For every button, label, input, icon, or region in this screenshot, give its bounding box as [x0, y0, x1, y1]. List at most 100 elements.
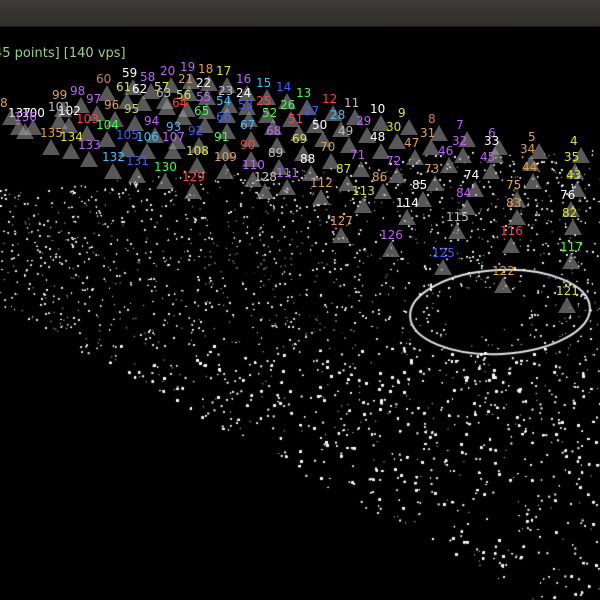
viewpoint-label[interactable]: 15 — [256, 77, 271, 89]
viewpoint-label[interactable]: 26 — [280, 99, 295, 111]
viewpoint-label[interactable]: 10 — [370, 103, 385, 115]
viewpoint-label[interactable]: 116 — [500, 225, 523, 237]
viewpoint-camera-icon — [524, 173, 542, 189]
viewpoint-label[interactable]: 127 — [330, 215, 353, 227]
viewpoint-label[interactable]: 101 — [48, 101, 71, 113]
viewpoint-label[interactable]: 69 — [292, 133, 307, 145]
viewpoint-label[interactable]: 63 — [156, 87, 171, 99]
viewpoint-label[interactable]: 18 — [198, 63, 213, 75]
viewpoint-label[interactable]: 88 — [300, 153, 315, 165]
viewpoint-label[interactable]: 44 — [522, 161, 537, 173]
viewpoint-label[interactable]: 17 — [216, 65, 231, 77]
viewpoint-label[interactable]: 34 — [520, 143, 535, 155]
viewpoint-label[interactable]: 70 — [320, 141, 335, 153]
viewpoint-label[interactable]: 89 — [268, 147, 283, 159]
viewpoint-label[interactable]: 32 — [452, 135, 467, 147]
viewpoint-label[interactable]: 114 — [396, 197, 419, 209]
viewpoint-label[interactable]: 62 — [132, 83, 147, 95]
viewpoint-label[interactable]: 47 — [404, 137, 419, 149]
viewpoint-label[interactable]: 59 — [122, 67, 137, 79]
viewpoint-label[interactable]: 65 — [194, 105, 209, 117]
viewpoint-label[interactable]: 132 — [102, 151, 125, 163]
viewpoint-camera-icon — [278, 179, 296, 195]
viewpoint-label[interactable]: 16 — [236, 73, 251, 85]
viewpoint-label[interactable]: 108 — [186, 145, 209, 157]
viewpoint-label[interactable]: 106 — [136, 131, 159, 143]
viewpoint-label[interactable]: 68 — [266, 125, 281, 137]
viewpoint-label[interactable]: 129 — [182, 171, 205, 183]
viewpoint-label[interactable]: 71 — [350, 149, 365, 161]
viewpoint-label[interactable]: 9 — [398, 107, 406, 119]
viewpoint-label[interactable]: 8 — [428, 113, 436, 125]
viewpoint-label[interactable]: 12 — [322, 93, 337, 105]
viewpoint-label[interactable]: 29 — [356, 115, 371, 127]
viewpoint-label[interactable]: 82 — [562, 207, 577, 219]
viewpoint-label[interactable]: 130 — [154, 161, 177, 173]
viewpoint-label[interactable]: 28 — [330, 109, 345, 121]
viewpoint-label[interactable]: 7 — [456, 119, 464, 131]
viewpoint-label[interactable]: 45 — [480, 151, 495, 163]
viewpoint-label[interactable]: 112 — [310, 177, 333, 189]
viewpoint-label[interactable]: 125 — [432, 247, 455, 259]
viewpoint-label[interactable]: 92 — [188, 125, 203, 137]
viewpoint-label[interactable]: 46 — [438, 145, 453, 157]
viewpoint-label[interactable]: 117 — [560, 241, 583, 253]
viewpoint-label[interactable]: 48 — [370, 131, 385, 143]
viewpoint-label[interactable]: 52 — [262, 107, 277, 119]
viewpoint-label[interactable]: 33 — [484, 135, 499, 147]
viewpoint-label[interactable]: 61 — [116, 81, 131, 93]
viewpoint-label[interactable]: 66 — [216, 111, 231, 123]
viewpoint-label[interactable]: 83 — [506, 197, 521, 209]
viewpoint-label[interactable]: 91 — [214, 131, 229, 143]
viewpoint-label[interactable]: 11 — [344, 97, 359, 109]
viewpoint-label[interactable]: 13 — [296, 87, 311, 99]
viewpoint-label[interactable]: 55 — [196, 91, 211, 103]
viewpoint-camera-icon — [156, 173, 174, 189]
viewpoint-label[interactable]: 21 — [178, 73, 193, 85]
viewpoint-label[interactable]: 84 — [456, 187, 471, 199]
viewpoint-label[interactable]: 49 — [338, 125, 353, 137]
viewpoint-label[interactable]: 121 — [556, 285, 579, 297]
viewpoint-label[interactable]: 126 — [380, 229, 403, 241]
viewpoint-label[interactable]: 50 — [312, 119, 327, 131]
viewpoint-label[interactable]: 115 — [446, 211, 469, 223]
viewpoint-label[interactable]: 131 — [126, 155, 149, 167]
viewpoint-label[interactable]: 85 — [412, 179, 427, 191]
viewpoint-label[interactable]: 128 — [254, 171, 277, 183]
viewpoint-label[interactable]: 4 — [570, 135, 578, 147]
viewpoint-label[interactable]: 133 — [78, 139, 101, 151]
viewpoint-label[interactable]: 27 — [304, 105, 319, 117]
viewpoint-label[interactable]: 111 — [276, 167, 299, 179]
viewpoint-label[interactable]: 67 — [240, 119, 255, 131]
viewpoint-label[interactable]: 60 — [96, 73, 111, 85]
viewpoint-label[interactable]: 14 — [276, 81, 291, 93]
viewpoint-label[interactable]: 51 — [288, 113, 303, 125]
point-cloud-viewport[interactable]: 137 100 99 98 97 60 59 58 20 19 18 17 16 15 14 13 12 11 10… — [0, 27, 600, 600]
viewpoint-label[interactable]: 94 — [144, 115, 159, 127]
viewpoint-label[interactable]: 43 — [566, 169, 581, 181]
viewpoint-label[interactable]: 72 — [386, 155, 401, 167]
viewpoint-label[interactable]: 122 — [492, 265, 515, 277]
viewpoint-label[interactable]: 76 — [560, 189, 575, 201]
viewpoint-label[interactable]: 109 — [214, 151, 237, 163]
viewpoint-label[interactable]: 73 — [424, 163, 439, 175]
viewpoint-label[interactable]: 86 — [372, 171, 387, 183]
viewpoint-label[interactable]: 31 — [420, 127, 435, 139]
viewpoint-label[interactable]: 30 — [386, 121, 401, 133]
viewpoint-label[interactable]: 54 — [216, 95, 231, 107]
viewpoint-label[interactable]: 96 — [104, 99, 119, 111]
viewpoint-label[interactable]: 90 — [240, 139, 255, 151]
viewpoint-label[interactable]: 113 — [352, 185, 375, 197]
viewpoint-label[interactable]: 75 — [506, 179, 521, 191]
viewpoint-label[interactable]: 22 — [196, 77, 211, 89]
viewpoint-label[interactable]: 74 — [464, 169, 479, 181]
viewpoint-label[interactable]: 20 — [160, 65, 175, 77]
viewpoint-label[interactable]: 64 — [172, 97, 187, 109]
viewpoint-label[interactable]: 98 — [70, 85, 85, 97]
viewpoint-camera-icon — [128, 167, 146, 183]
viewpoint-label[interactable]: 107 — [162, 131, 185, 143]
viewpoint-label[interactable]: 35 — [564, 151, 579, 163]
viewpoint-label[interactable]: 53 — [238, 99, 253, 111]
viewpoint-label[interactable]: 8 — [0, 97, 8, 109]
viewpoint-label[interactable]: 87 — [336, 163, 351, 175]
